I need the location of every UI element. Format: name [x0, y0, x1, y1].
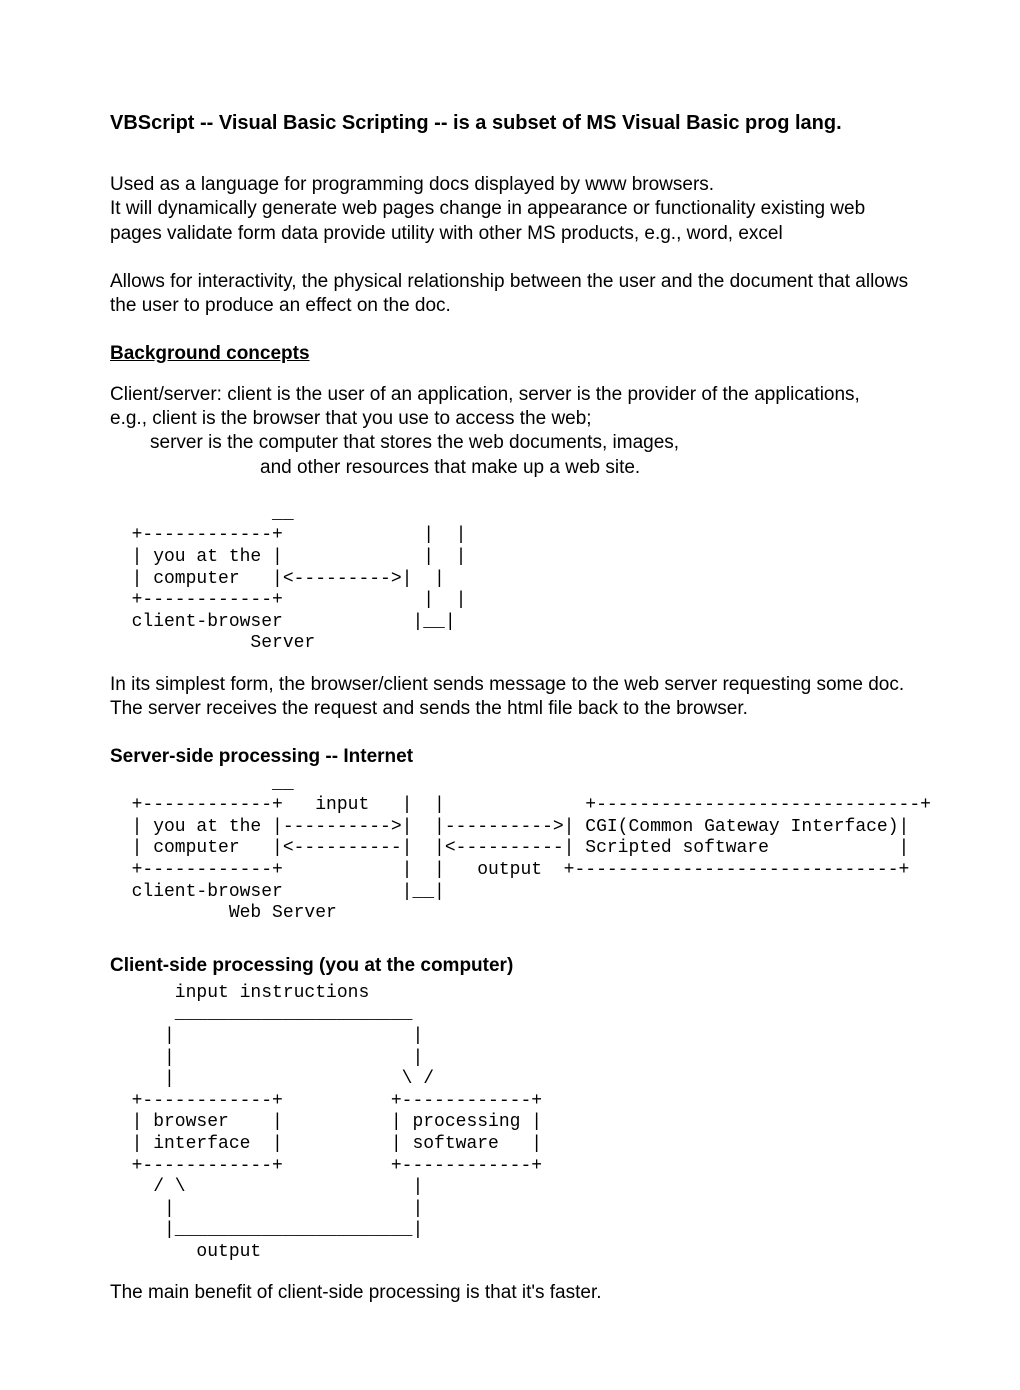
client-side-heading: Client-side processing (you at the compu… [110, 955, 910, 977]
server-side-heading: Server-side processing -- Internet [110, 746, 910, 768]
intro-line-2: It will dynamically generate web pages c… [110, 197, 910, 246]
cs-line-2: e.g., client is the browser that you use… [110, 407, 910, 431]
simplest-form-paragraph: In its simplest form, the browser/client… [110, 673, 910, 722]
page-title: VBScript -- Visual Basic Scripting -- is… [110, 112, 910, 135]
diagram-client-side: input instructions _____________________… [110, 983, 910, 1264]
diagram-server-side: __ +------------+ input | | +-----------… [110, 774, 910, 925]
cs-line-4: and other resources that make up a web s… [260, 456, 910, 480]
interactivity-paragraph: Allows for interactivity, the physical r… [110, 270, 910, 319]
background-concepts-heading: Background concepts [110, 343, 910, 365]
intro-paragraph: Used as a language for programming docs … [110, 173, 910, 246]
diagram-client-server: __ +------------+ | | | you at the | | |… [110, 504, 910, 655]
cs-line-3: server is the computer that stores the w… [150, 431, 910, 455]
document-page: VBScript -- Visual Basic Scripting -- is… [0, 0, 1020, 1390]
cs-line-1: Client/server: client is the user of an … [110, 383, 910, 407]
closing-paragraph: The main benefit of client-side processi… [110, 1281, 910, 1305]
client-server-block: Client/server: client is the user of an … [110, 383, 910, 480]
intro-line-1: Used as a language for programming docs … [110, 173, 910, 197]
